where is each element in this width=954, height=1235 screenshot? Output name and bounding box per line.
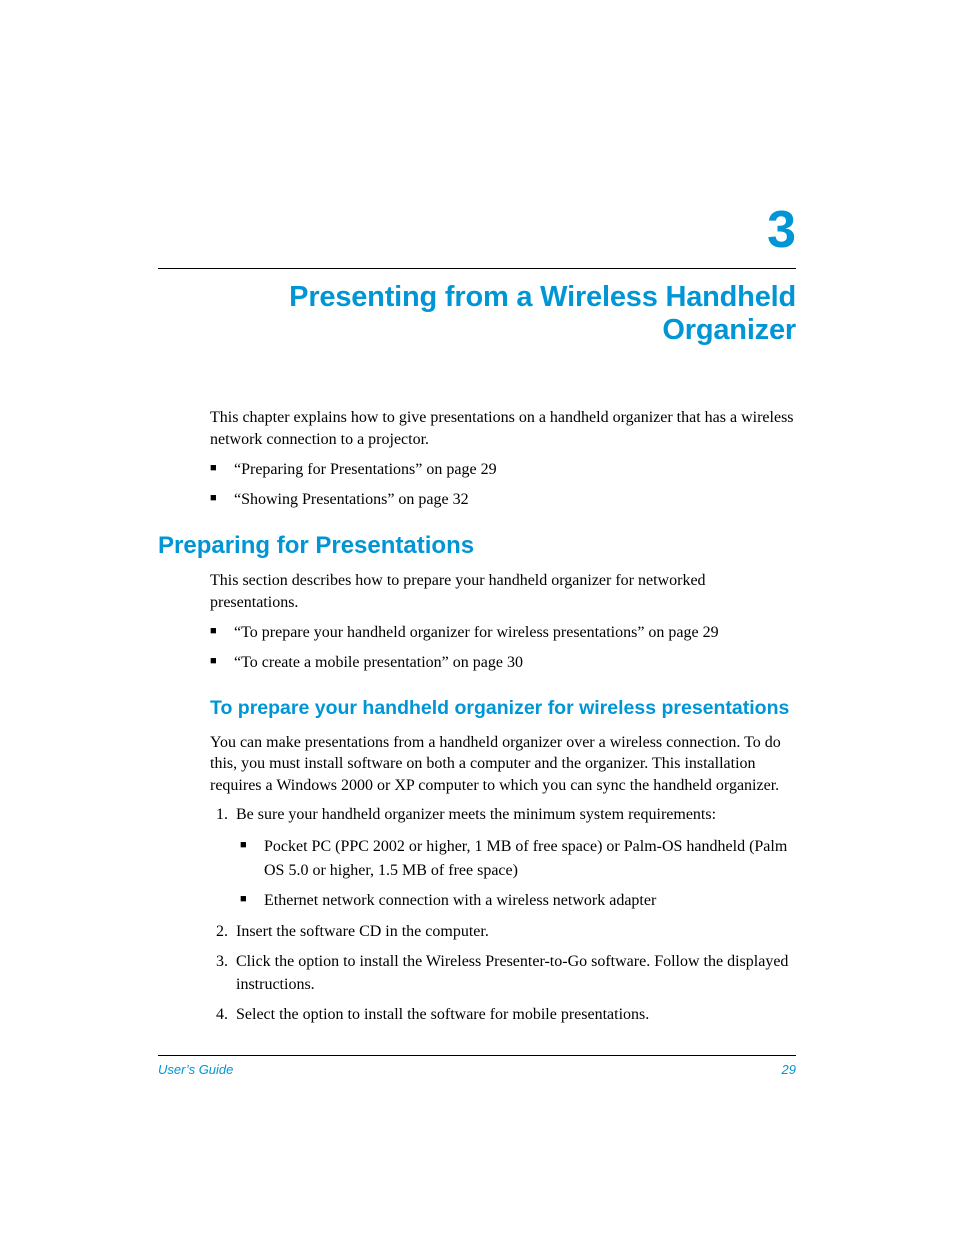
subsection-paragraph: You can make presentations from a handhe…: [210, 732, 796, 797]
footer-page-number: 29: [782, 1062, 796, 1077]
step-item: Insert the software CD in the computer.: [232, 921, 796, 943]
intro-block: This chapter explains how to give presen…: [210, 407, 796, 512]
chapter-rule: [158, 268, 796, 269]
subsection-heading: To prepare your handheld organizer for w…: [210, 695, 796, 721]
requirement-item: Pocket PC (PPC 2002 or higher, 1 MB of f…: [240, 835, 796, 883]
chapter-link-list: “Preparing for Presentations” on page 29…: [210, 458, 796, 512]
page: 3 Presenting from a Wireless Handheld Or…: [0, 0, 954, 1235]
section1-intro: This section describes how to prepare yo…: [210, 570, 796, 613]
footer-doc-title: User’s Guide: [158, 1062, 233, 1077]
footer-rule: [158, 1055, 796, 1056]
step-item: Click the option to install the Wireless…: [232, 951, 796, 996]
intro-paragraph: This chapter explains how to give presen…: [210, 407, 796, 450]
requirement-item: Ethernet network connection with a wirel…: [240, 889, 796, 913]
section-heading-preparing: Preparing for Presentations: [158, 532, 796, 560]
chapter-title: Presenting from a Wireless Handheld Orga…: [158, 281, 796, 347]
step-text: Be sure your handheld organizer meets th…: [236, 806, 716, 823]
steps-list: Be sure your handheld organizer meets th…: [210, 804, 796, 1026]
chapter-link-item[interactable]: “Preparing for Presentations” on page 29: [210, 458, 796, 482]
section-link-item[interactable]: “To create a mobile presentation” on pag…: [210, 651, 796, 675]
step-item: Be sure your handheld organizer meets th…: [232, 804, 796, 912]
section1-link-list: “To prepare your handheld organizer for …: [210, 621, 796, 675]
section1-body: This section describes how to prepare yo…: [210, 570, 796, 1026]
step-item: Select the option to install the softwar…: [232, 1004, 796, 1026]
page-footer: User’s Guide 29: [158, 1055, 796, 1077]
chapter-link-item[interactable]: “Showing Presentations” on page 32: [210, 488, 796, 512]
step1-sublist: Pocket PC (PPC 2002 or higher, 1 MB of f…: [240, 835, 796, 913]
section-link-item[interactable]: “To prepare your handheld organizer for …: [210, 621, 796, 645]
chapter-number: 3: [158, 200, 796, 260]
